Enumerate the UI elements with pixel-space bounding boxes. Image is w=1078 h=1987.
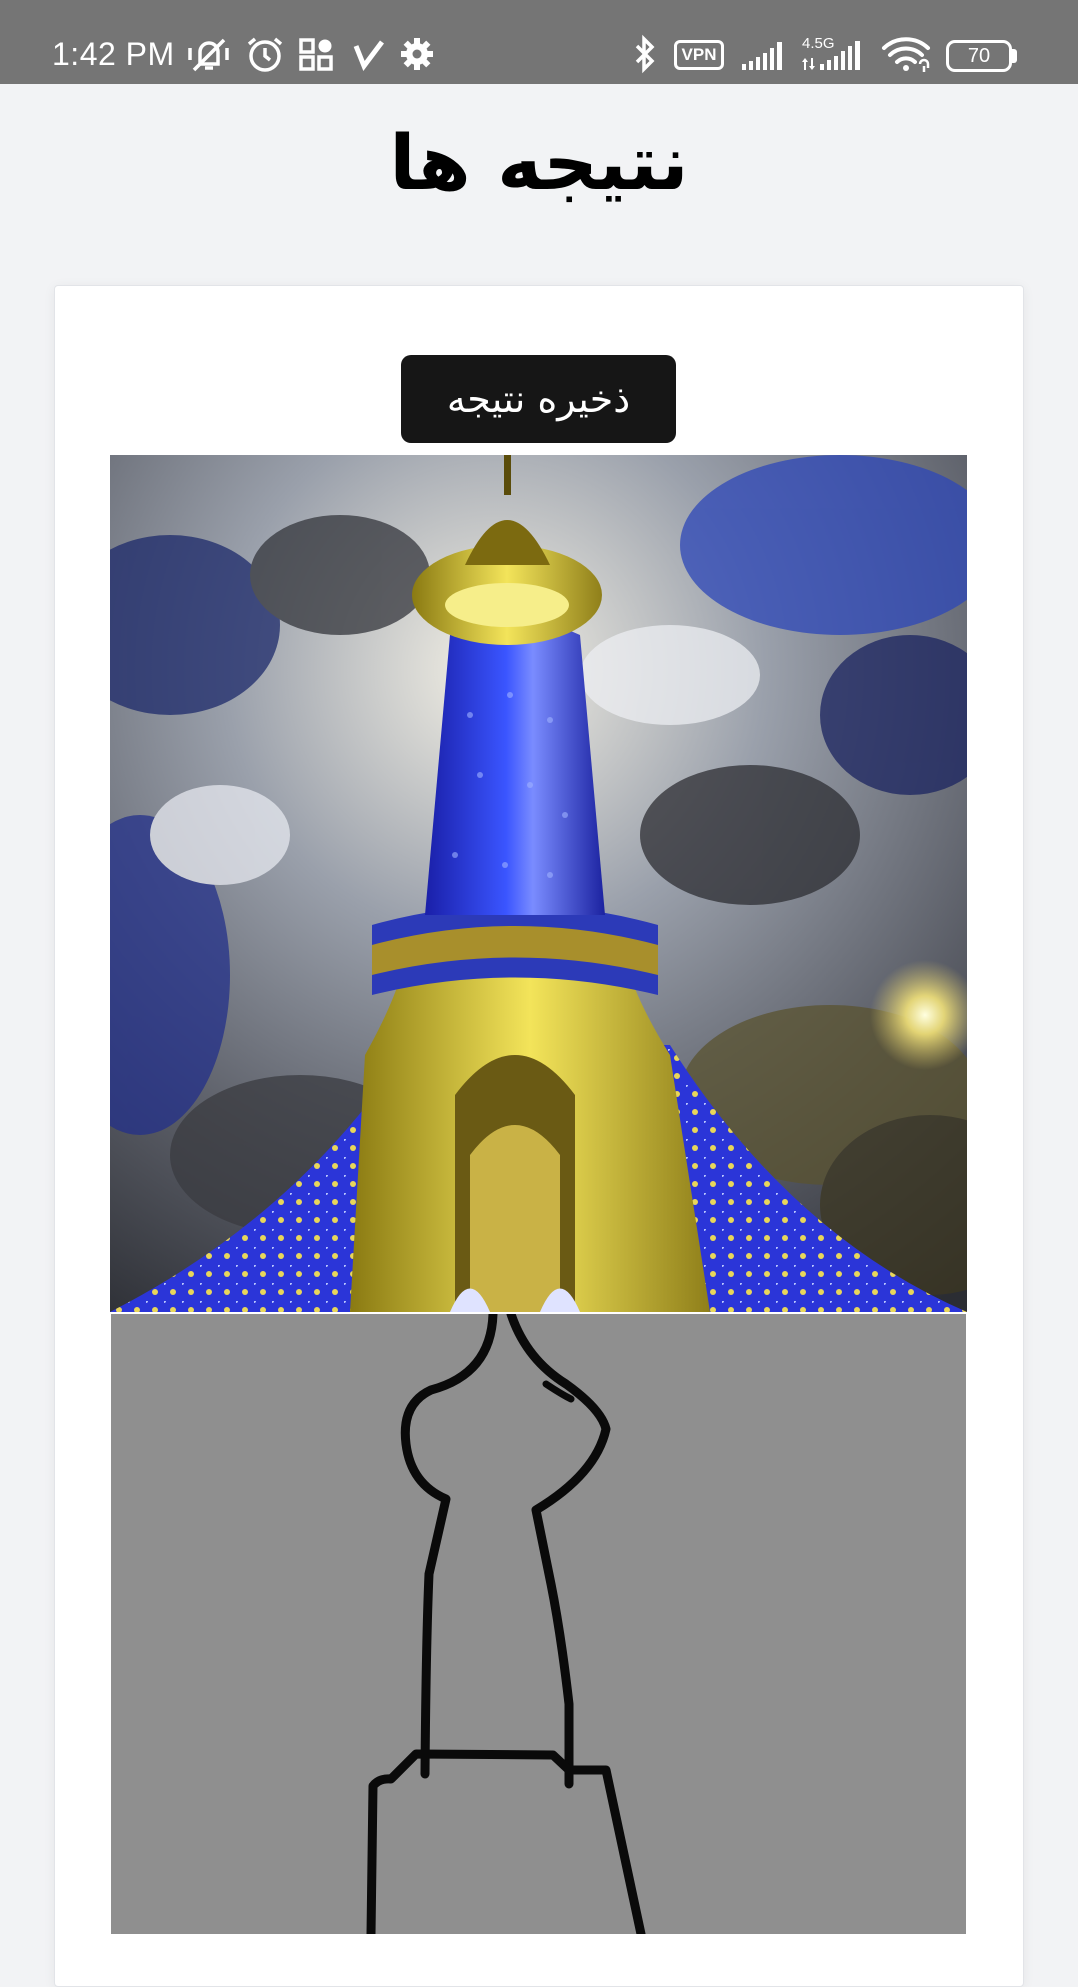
wifi-icon xyxy=(880,34,936,74)
signal-icon xyxy=(800,34,870,74)
sketch-input-image xyxy=(111,1314,966,1934)
battery-icon: 70 xyxy=(946,40,1012,72)
save-result-button[interactable]: ذخیره نتیجه xyxy=(401,355,676,443)
status-bar: 1:42 PM VPN 4.5G 70 xyxy=(0,0,1078,84)
bluetooth-icon xyxy=(630,34,660,74)
check-icon xyxy=(352,34,386,74)
apps-icon xyxy=(298,34,336,74)
status-time: 1:42 PM xyxy=(52,36,175,72)
generated-result-image xyxy=(110,455,967,1312)
mute-vibrate-icon xyxy=(186,34,232,74)
vpn-icon: VPN xyxy=(674,40,724,70)
signal-icon xyxy=(740,34,788,74)
alarm-icon xyxy=(244,34,286,74)
page-title: نتیجه ها xyxy=(389,118,689,207)
battery-tip xyxy=(1012,49,1017,63)
settings-gear-icon xyxy=(398,34,436,74)
